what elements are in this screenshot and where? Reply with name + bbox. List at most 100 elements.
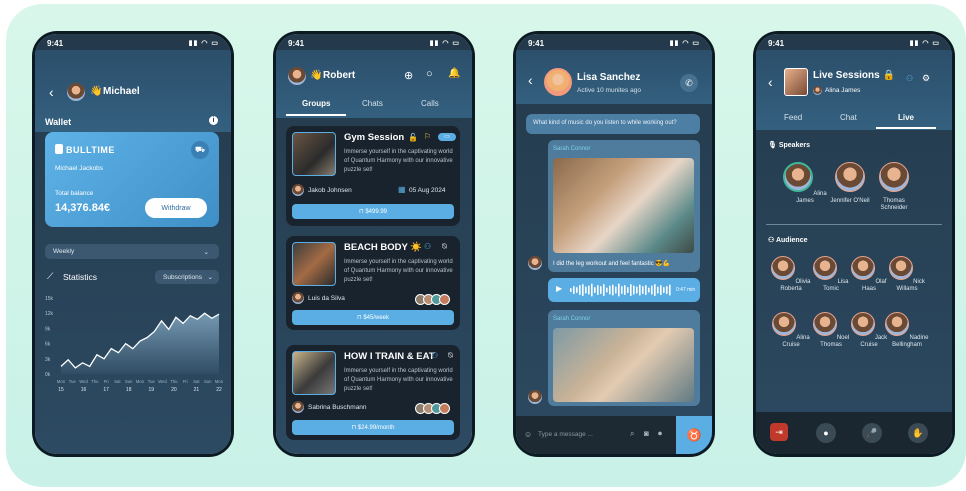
withdraw-button[interactable]: Withdraw bbox=[145, 198, 207, 218]
participant-avatar bbox=[889, 256, 914, 280]
toggle-icon[interactable]: ▭ bbox=[438, 133, 456, 141]
audio-message[interactable]: ▶ 0:47 min bbox=[548, 278, 700, 302]
waveform-bar bbox=[648, 287, 650, 293]
status-bar: 9:41 ▮▮ ◠ ▭ bbox=[35, 34, 231, 50]
participant[interactable]: Nick Willams bbox=[885, 256, 929, 293]
participant-avatar bbox=[772, 312, 797, 336]
participant-avatar bbox=[851, 256, 876, 280]
status-bar: 9:41 ▮▮ ◠ ▭ bbox=[756, 34, 952, 50]
send-button[interactable]: ♉ bbox=[676, 416, 712, 454]
audience-heading: ⚇ Audience bbox=[768, 236, 807, 244]
received-photo-message: Sarah Connor bbox=[548, 310, 700, 406]
community-icon[interactable]: ⚇ bbox=[906, 74, 913, 83]
chart-area bbox=[61, 313, 219, 374]
mute-icon[interactable]: ⍉ bbox=[448, 351, 453, 361]
waveform-bar bbox=[621, 286, 623, 294]
participant-avatar bbox=[813, 256, 838, 280]
info-icon[interactable]: i bbox=[209, 116, 218, 125]
audio-waveform bbox=[570, 283, 671, 297]
waveform-bar bbox=[594, 287, 596, 293]
participant[interactable]: Jennifer O'Neil bbox=[828, 162, 872, 205]
group-description: Immerse yourself in the captivating worl… bbox=[344, 259, 453, 283]
bell-icon[interactable]: 🔔 bbox=[448, 68, 460, 79]
mute-icon[interactable]: ⍉ bbox=[442, 242, 447, 252]
photo-attachment[interactable] bbox=[553, 328, 694, 402]
photo-attachment[interactable] bbox=[553, 158, 694, 253]
pin-icon[interactable]: ⚐ bbox=[424, 132, 431, 141]
community-icon: ⚇ bbox=[431, 351, 439, 360]
avatar[interactable] bbox=[67, 83, 85, 101]
add-icon[interactable]: ⊕ bbox=[404, 69, 413, 82]
join-button[interactable]: ⊓ $499.99 bbox=[292, 204, 454, 219]
wallet-screen: 9:41 ▮▮ ◠ ▭ ‹ 👋 Michael Wallet i BULLTIME… bbox=[35, 34, 231, 454]
tab-chat[interactable]: Chat bbox=[840, 113, 857, 122]
tab-live[interactable]: Live bbox=[898, 113, 914, 122]
waveform-bar bbox=[609, 285, 611, 295]
join-button[interactable]: ⊓ $24.99/month bbox=[292, 420, 454, 435]
stats-filter-select[interactable]: Subscriptions ⌄ bbox=[155, 270, 219, 284]
price-label: $24.99/month bbox=[357, 424, 395, 431]
participant[interactable]: Alina James bbox=[783, 162, 827, 205]
tab-feed[interactable]: Feed bbox=[784, 113, 802, 122]
x-tick-day: Mon bbox=[215, 379, 223, 384]
message-input[interactable]: Type a message ... bbox=[538, 431, 593, 438]
avatar[interactable] bbox=[288, 67, 306, 85]
sender-avatar bbox=[528, 390, 542, 404]
people-icon: ⚇ bbox=[768, 237, 776, 244]
message-text: What kind of music do you listen to whil… bbox=[533, 120, 677, 126]
mic-icon[interactable]: ⏺ bbox=[658, 429, 662, 439]
status-time: 9:41 bbox=[768, 39, 785, 48]
divider bbox=[766, 224, 942, 225]
wallet-card: BULLTIME ⛟ Michael Jackobs Total balance… bbox=[45, 132, 219, 227]
participant[interactable]: Nadine Bellingham bbox=[885, 312, 929, 349]
group-card[interactable]: BEACH BODY ☀️ ⚇ ⍉ Immerse yourself in th… bbox=[286, 236, 460, 330]
waveform-bar bbox=[657, 286, 659, 294]
join-button[interactable]: ⊓ $45/week bbox=[292, 310, 454, 325]
received-photo-message: Sarah Connor I did the leg workout and f… bbox=[548, 140, 700, 272]
back-icon[interactable]: ‹ bbox=[768, 74, 773, 90]
search-icon[interactable]: ○ bbox=[426, 68, 433, 80]
card-holder: Michael Jackobs bbox=[55, 165, 104, 172]
sender-name: Sarah Connor bbox=[553, 146, 591, 152]
waveform-bar bbox=[636, 286, 638, 294]
contact-avatar[interactable] bbox=[544, 68, 572, 96]
raise-hand-icon[interactable]: ✋ bbox=[908, 423, 928, 443]
speakers-label: Speakers bbox=[778, 142, 810, 149]
participant[interactable]: Thomas Schneider bbox=[872, 162, 916, 212]
tab-groups[interactable]: Groups bbox=[302, 99, 330, 108]
camera-icon[interactable]: ◙ bbox=[644, 429, 649, 438]
mic-icon[interactable]: 🎤 bbox=[862, 423, 882, 443]
chat-bubble-icon[interactable]: ● bbox=[816, 423, 836, 443]
card-settings-icon[interactable]: ⛟ bbox=[191, 141, 209, 159]
group-card[interactable]: HOW I TRAIN & EAT ⚇ ⍉ Immerse yourself i… bbox=[286, 345, 460, 440]
chart-icon: ⟋ bbox=[47, 271, 54, 281]
group-title: Gym Session bbox=[344, 132, 405, 143]
tab-calls[interactable]: Calls bbox=[421, 99, 439, 108]
back-icon[interactable]: ‹ bbox=[49, 84, 54, 100]
participant[interactable]: Alina Cruise bbox=[769, 312, 813, 349]
waveform-bar bbox=[576, 287, 578, 293]
balance-amount: 14,376.84€ bbox=[55, 202, 111, 214]
live-controls: ⇥ ● 🎤 ✋ bbox=[756, 412, 952, 454]
participant-avatar bbox=[771, 256, 796, 280]
leave-icon[interactable]: ⇥ bbox=[770, 423, 788, 441]
play-icon[interactable]: ▶ bbox=[556, 284, 562, 293]
group-card[interactable]: Gym Session 🔓 ⚐ ▭ Immerse yourself in th… bbox=[286, 126, 460, 226]
waveform-bar bbox=[645, 285, 647, 295]
tab-indicator bbox=[876, 127, 936, 129]
tab-chats[interactable]: Chats bbox=[362, 99, 383, 108]
participant-name: Nick Willams bbox=[896, 279, 925, 292]
gear-icon[interactable]: ⚙ bbox=[922, 73, 930, 84]
participant[interactable]: Olivia Roberta bbox=[769, 256, 813, 293]
attach-icon[interactable]: ⌕ bbox=[630, 429, 634, 439]
participant-avatar bbox=[812, 312, 837, 336]
live-header: ‹ Live Sessions 🔒 Alina James ⚇ ⚙ Feed C… bbox=[756, 50, 952, 130]
signal-icon: ▮▮ ◠ ▭ bbox=[909, 40, 940, 47]
participant-name: Alina Cruise bbox=[782, 335, 810, 348]
back-icon[interactable]: ‹ bbox=[528, 72, 533, 88]
chevron-down-icon: ⌄ bbox=[203, 248, 209, 256]
period-select[interactable]: Weekly ⌄ bbox=[45, 244, 219, 259]
groups-screen: 9:41 ▮▮ ◠ ▭ 👋 Robert ⊕ ○ 🔔 Groups Chats C… bbox=[276, 34, 472, 454]
emoji-icon[interactable]: ☺ bbox=[524, 430, 532, 439]
phone-icon[interactable]: ✆ bbox=[680, 74, 698, 92]
